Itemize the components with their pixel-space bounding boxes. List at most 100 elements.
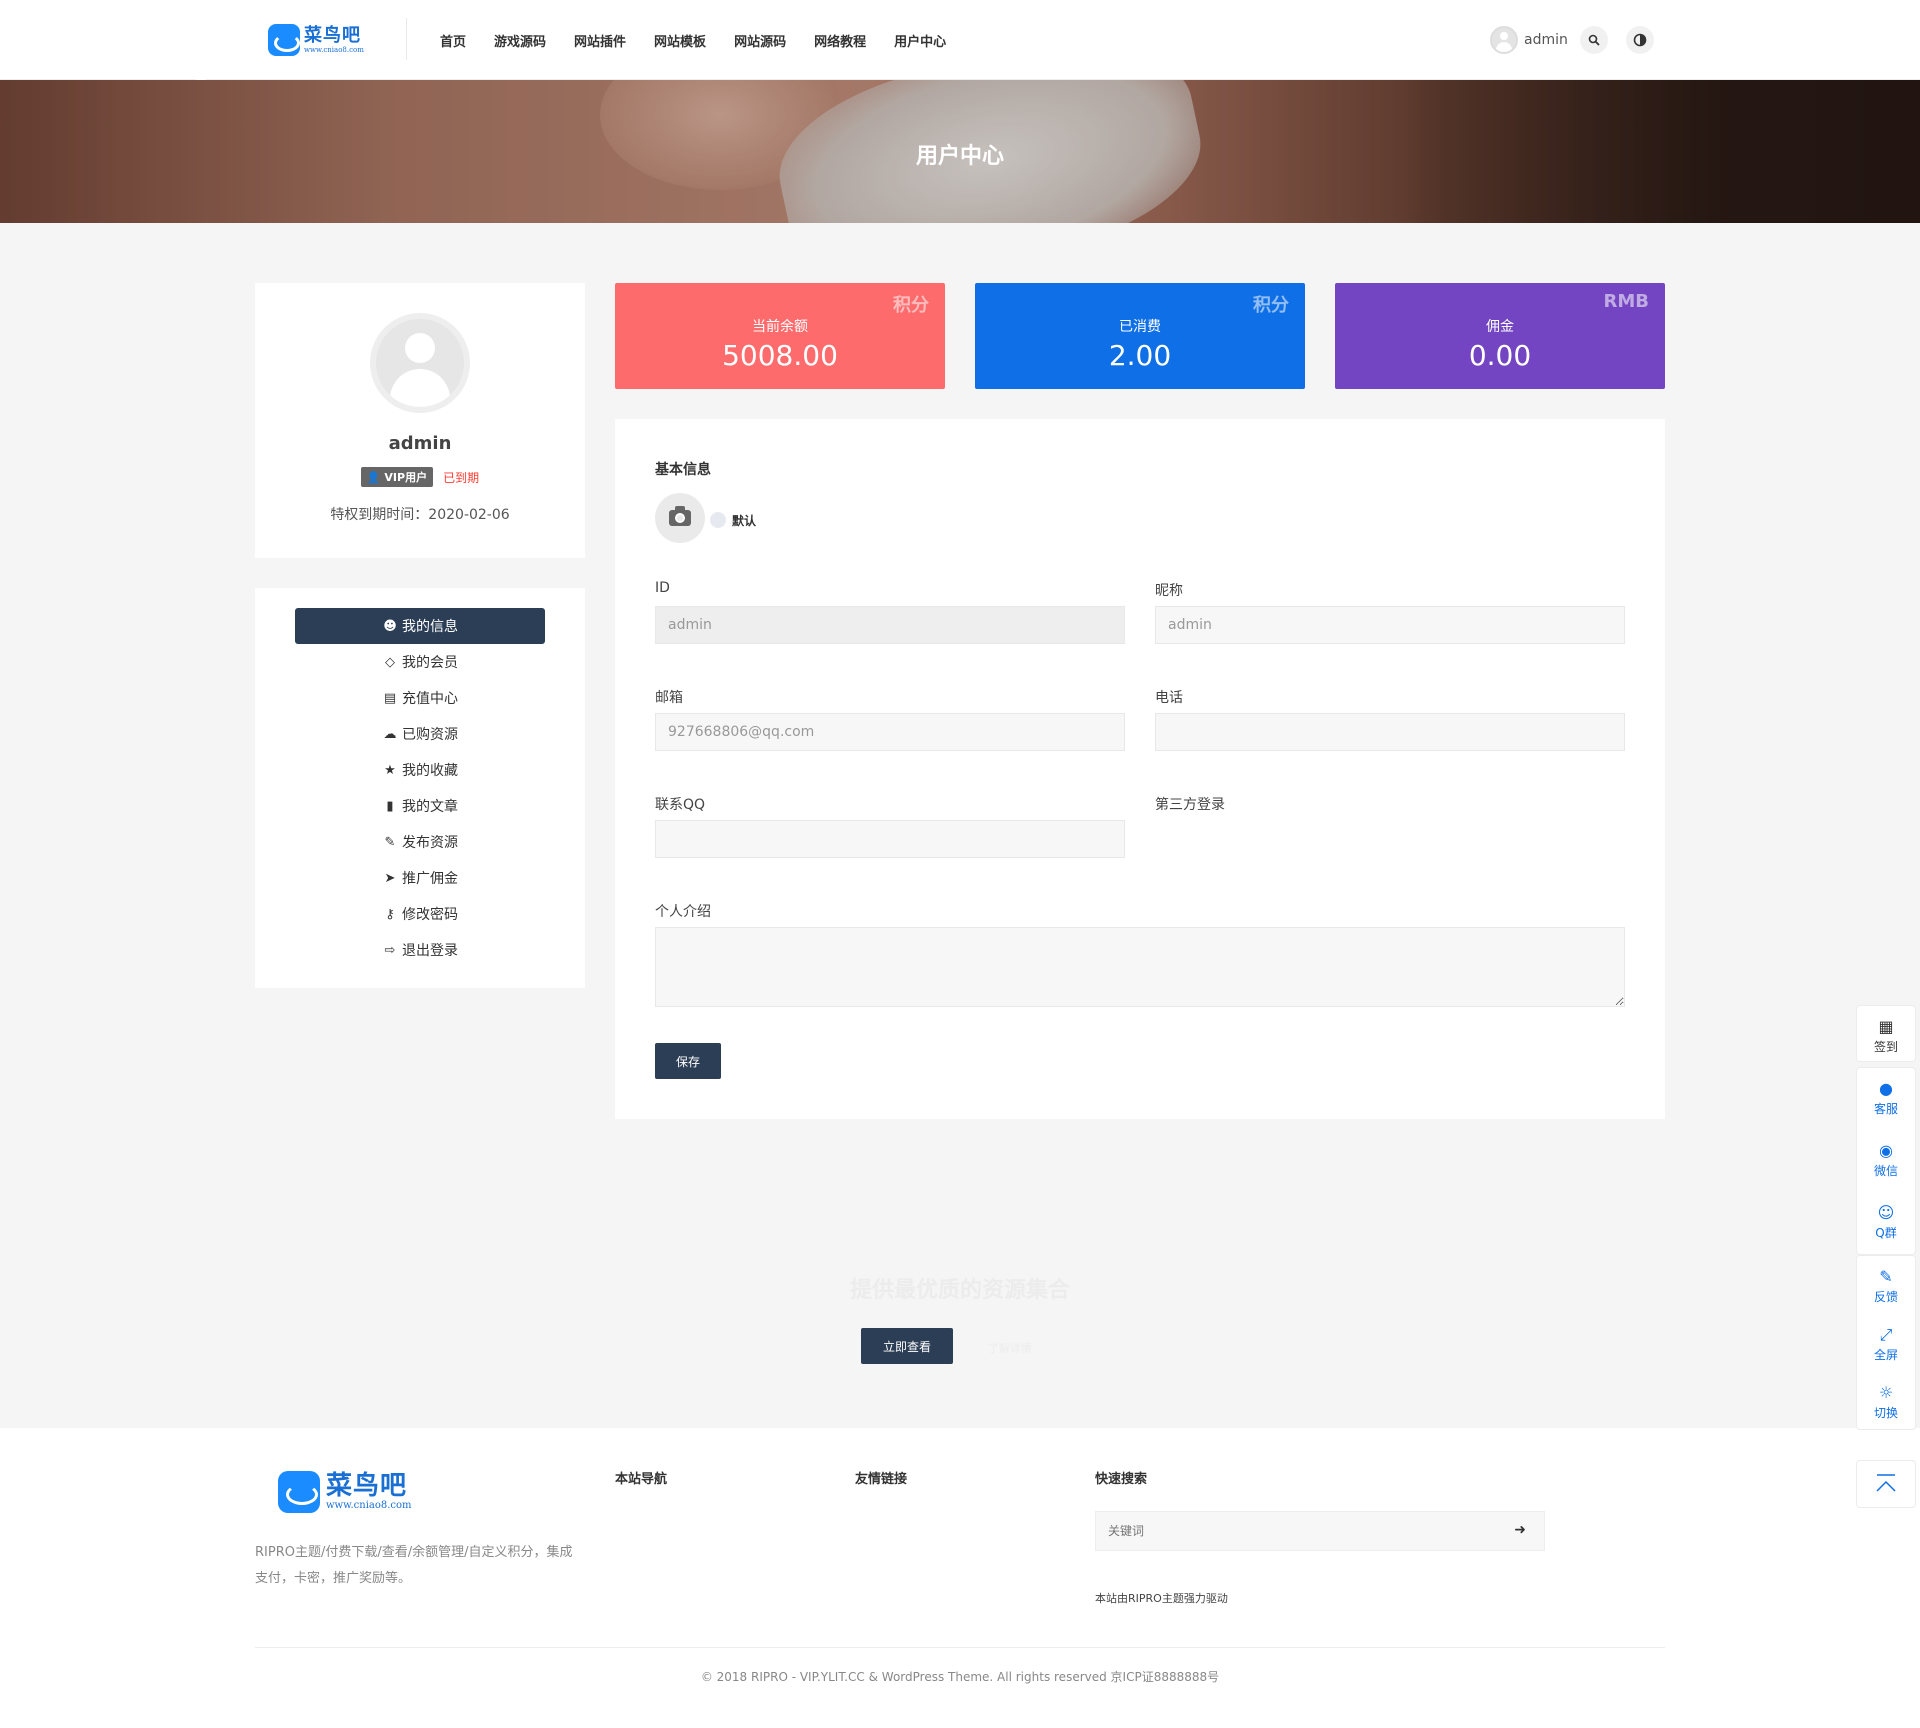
learn-more-link[interactable]: 了解详情 [988, 1340, 1032, 1356]
side-fullscreen-button[interactable]: ⤢ 全屏 [1857, 1314, 1915, 1374]
cloud-download-icon: ☁ [383, 726, 397, 742]
search-button[interactable] [1580, 26, 1608, 54]
section-title: 基本信息 [655, 462, 711, 478]
nav-item-templates[interactable]: 网站模板 [654, 31, 706, 50]
page-title: 用户中心 [915, 144, 1004, 169]
default-avatar-radio[interactable] [710, 512, 726, 528]
footer-divider [255, 1647, 1665, 1648]
stat-value: 5008.00 [722, 339, 838, 372]
stat-commission: RMB 佣金 0.00 [1335, 283, 1665, 389]
menu-item-membership[interactable]: ◇ 我的会员 [295, 644, 545, 680]
side-wechat-button[interactable]: ◉ 微信 [1857, 1130, 1915, 1190]
star-icon: ★ [384, 762, 396, 778]
footer-col-links-title: 友情链接 [855, 1472, 908, 1487]
sun-icon: ☼ [1878, 1383, 1894, 1402]
footer-col-search-title: 快速搜索 [1095, 1472, 1148, 1487]
site-logo[interactable]: 菜鸟吧 www.cniao8.com [268, 22, 368, 58]
save-button[interactable]: 保存 [655, 1043, 721, 1079]
nav-item-tutorials[interactable]: 网络教程 [814, 31, 866, 50]
header-divider [406, 18, 407, 60]
footer-powered-by: 本站由RIPRO主题强力驱动 [1095, 1592, 1228, 1605]
side-customer-service-button[interactable]: ● 客服 [1857, 1068, 1915, 1128]
paper-plane-icon: ➤ [384, 870, 396, 886]
stat-unit: 积分 [893, 295, 929, 316]
stat-value: 2.00 [1108, 339, 1172, 372]
menu-item-purchased[interactable]: ☁ 已购资源 [295, 716, 545, 752]
email-label: 邮箱 [655, 690, 683, 706]
footer-col-nav-title: 本站导航 [615, 1472, 668, 1487]
side-theme-switch-button[interactable]: ☼ 切换 [1857, 1372, 1915, 1432]
stat-unit: RMB [1603, 291, 1650, 312]
wechat-icon: ◉ [1879, 1141, 1893, 1160]
bio-label: 个人介绍 [655, 904, 711, 920]
side-qq-group-button[interactable]: ☺ Q群 [1857, 1192, 1915, 1252]
footer-search: ➜ [1095, 1511, 1545, 1551]
side-toolbar-contact-group: ● 客服 ◉ 微信 ☺ Q群 [1856, 1067, 1916, 1255]
header-user-menu[interactable]: admin [1490, 26, 1568, 54]
nickname-field[interactable] [1155, 606, 1625, 644]
sign-out-icon: ⇨ [384, 942, 396, 958]
menu-item-favorites[interactable]: ★ 我的收藏 [295, 752, 545, 788]
nav-item-site-source[interactable]: 网站源码 [734, 31, 786, 50]
vip-expiry-date: 特权到期时间：2020-02-06 [330, 507, 510, 523]
user-menu: ☻ 我的信息 ◇ 我的会员 ▤ 充值中心 ☁ 已购资源 ★ 我的收藏 ▮ 我的文… [255, 588, 585, 988]
third-party-login-label: 第三方登录 [1155, 797, 1225, 813]
profile-name: admin [388, 433, 452, 454]
stat-label: 当前余额 [752, 319, 808, 335]
stat-spent: 积分 已消费 2.00 [975, 283, 1305, 389]
nav-item-user-center[interactable]: 用户中心 [894, 31, 946, 50]
cta-text: 提供最优质的资源集合 [849, 1278, 1070, 1303]
vip-status-row: 👤 VIP用户 已到期 [255, 467, 585, 487]
nav-item-plugins[interactable]: 网站插件 [574, 31, 626, 50]
stat-label: 佣金 [1486, 319, 1514, 335]
menu-item-recharge[interactable]: ▤ 充值中心 [295, 680, 545, 716]
avatar [1490, 26, 1518, 54]
email-field[interactable] [655, 713, 1125, 751]
side-toolbar-checkin-group: ▦ 签到 [1856, 1005, 1916, 1062]
menu-item-logout[interactable]: ⇨ 退出登录 [295, 932, 545, 968]
qq-field[interactable] [655, 820, 1125, 858]
qq-icon: ● [1879, 1079, 1893, 1098]
menu-item-commission[interactable]: ➤ 推广佣金 [295, 860, 545, 896]
logo-url: www.cniao8.com [304, 45, 364, 54]
arrow-right-icon[interactable]: ➜ [1514, 1522, 1526, 1538]
search-icon [1588, 34, 1600, 46]
document-icon: ▮ [386, 798, 394, 814]
phone-field[interactable] [1155, 713, 1625, 751]
nav-item-home[interactable]: 首页 [440, 31, 466, 50]
group-icon: ☺ [1877, 1203, 1895, 1222]
calendar-icon: ▦ [1878, 1017, 1894, 1036]
vip-badge: 👤 VIP用户 [360, 467, 434, 487]
edit-icon: ✎ [1879, 1267, 1893, 1286]
avatar-upload-button[interactable] [655, 493, 705, 543]
footer-logo-title: 菜鸟吧 [326, 1471, 408, 1501]
logo-mark-icon [268, 24, 300, 56]
key-icon: ⚷ [385, 906, 395, 922]
arrow-up-icon [1876, 1474, 1896, 1492]
nav-item-game-source[interactable]: 游戏源码 [494, 31, 546, 50]
menu-item-my-info[interactable]: ☻ 我的信息 [295, 608, 545, 644]
phone-label: 电话 [1155, 690, 1183, 706]
menu-item-articles[interactable]: ▮ 我的文章 [295, 788, 545, 824]
hero-banner: 用户中心 [0, 80, 1920, 223]
stat-label: 已消费 [1119, 319, 1161, 335]
side-checkin-button[interactable]: ▦ 签到 [1857, 1006, 1915, 1066]
footer-copyright: © 2018 RIPRO - VIP.YLIT.CC & WordPress T… [700, 1670, 1220, 1684]
footer-logo[interactable]: 菜鸟吧 www.cniao8.com [278, 1471, 412, 1513]
menu-item-publish[interactable]: ✎ 发布资源 [295, 824, 545, 860]
footer-search-input[interactable] [1096, 1512, 1496, 1550]
menu-item-change-password[interactable]: ⚷ 修改密码 [295, 896, 545, 932]
side-toolbar-tools-group: ✎ 反馈 ⤢ 全屏 ☼ 切换 [1856, 1255, 1916, 1430]
theme-toggle-button[interactable] [1626, 26, 1654, 54]
id-field [655, 606, 1125, 644]
camera-icon [669, 506, 691, 526]
footer-description: RIPRO主题/付费下载/查看/余额管理/自定义积分，集成支付，卡密，推广奖励等… [255, 1545, 573, 1586]
site-footer: 菜鸟吧 www.cniao8.com RIPRO主题/付费下载/查看/余额管理/… [0, 1428, 1920, 1728]
back-to-top-button[interactable] [1856, 1460, 1916, 1508]
profile-card: admin 👤 VIP用户 已到期 特权到期时间：2020-02-06 [255, 283, 585, 558]
default-avatar-label: 默认 [732, 514, 757, 528]
view-now-button[interactable]: 立即查看 [861, 1328, 953, 1364]
bio-textarea[interactable] [655, 927, 1625, 1007]
vip-expired-status: 已到期 [443, 470, 480, 485]
side-feedback-button[interactable]: ✎ 反馈 [1857, 1256, 1915, 1316]
